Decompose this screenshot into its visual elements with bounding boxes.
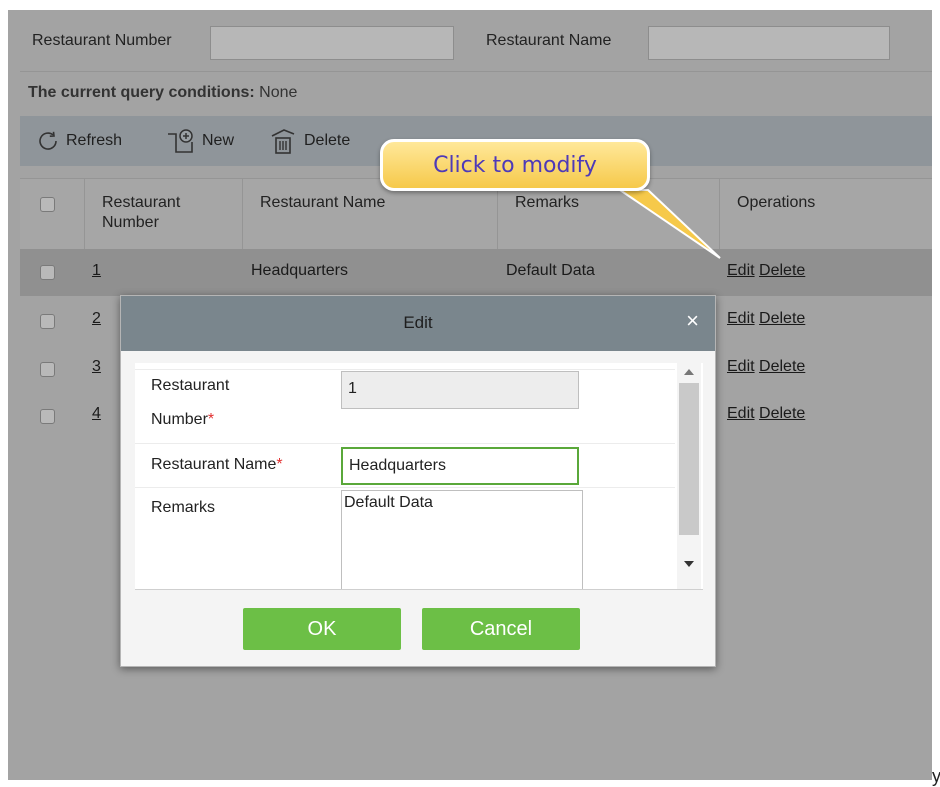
row-operations: Edit Delete [727, 310, 805, 328]
cancel-button[interactable]: Cancel [422, 608, 580, 650]
delete-link[interactable]: Delete [759, 262, 805, 279]
required-mark: * [276, 456, 283, 473]
restaurant-name-field-label: Restaurant Name* [151, 454, 283, 476]
delete-label: Delete [304, 132, 351, 149]
dialog-header: Edit × [121, 296, 715, 351]
restaurant-number-label: Restaurant Number [32, 32, 172, 49]
restaurant-number-query-input[interactable] [210, 26, 454, 60]
restaurant-name-label: Restaurant Name [486, 32, 612, 49]
edit-link[interactable]: Edit [727, 405, 755, 422]
select-all-checkbox[interactable] [40, 197, 55, 212]
restaurant-number-field-label-2: Number* [151, 409, 214, 431]
form-divider [135, 369, 675, 370]
delete-link[interactable]: Delete [759, 310, 805, 327]
dialog-form: Restaurant Number* 1 Restaurant Name* He… [135, 363, 703, 589]
column-divider [242, 179, 243, 249]
column-header-number-line2: Number [102, 214, 159, 231]
click-to-modify-callout: Click to modify [380, 139, 650, 191]
column-divider [84, 179, 85, 249]
query-conditions: The current query conditions: None [28, 84, 297, 102]
remarks-field-label: Remarks [151, 499, 216, 516]
row-number-link[interactable]: 2 [92, 310, 101, 328]
divider [20, 71, 932, 72]
form-divider [135, 487, 675, 488]
refresh-button[interactable]: Refresh [36, 116, 122, 166]
row-checkbox[interactable] [40, 362, 55, 377]
query-conditions-value: None [259, 84, 298, 101]
row-number-link[interactable]: 3 [92, 358, 101, 376]
restaurant-number-field-label: Restaurant [151, 375, 229, 397]
row-operations: Edit Delete [727, 262, 805, 280]
trash-icon [268, 127, 298, 155]
refresh-label: Refresh [66, 132, 123, 149]
delete-button[interactable]: Delete [268, 116, 350, 166]
row-name: Headquarters [251, 262, 348, 279]
row-checkbox[interactable] [40, 265, 55, 280]
delete-link[interactable]: Delete [759, 405, 805, 422]
restaurant-number-field-label-line2: Number [151, 411, 208, 428]
dialog-scrollbar[interactable] [677, 363, 701, 589]
form-divider [135, 443, 675, 444]
restaurant-name-field[interactable]: Headquarters [341, 447, 579, 485]
required-mark: * [207, 411, 215, 428]
trailing-text: y [932, 766, 940, 786]
dialog-title: Edit [403, 313, 433, 332]
remarks-textarea[interactable]: Default Data [341, 490, 583, 589]
edit-link[interactable]: Edit [727, 358, 755, 375]
row-operations: Edit Delete [727, 358, 805, 376]
row-number-link[interactable]: 1 [92, 262, 101, 280]
table-row[interactable]: 1 Headquarters Default Data Edit Delete [20, 249, 932, 296]
row-checkbox[interactable] [40, 409, 55, 424]
delete-link[interactable]: Delete [759, 358, 805, 375]
restaurant-number-field: 1 [341, 371, 579, 409]
column-header-number-line1: Restaurant [102, 194, 181, 211]
footer-divider [135, 589, 703, 590]
restaurant-name-query-input[interactable] [648, 26, 890, 60]
edit-link[interactable]: Edit [727, 262, 755, 279]
new-button[interactable]: New [166, 116, 234, 166]
row-checkbox[interactable] [40, 314, 55, 329]
edit-dialog: Edit × Restaurant Number* 1 Restaurant N… [120, 295, 716, 667]
edit-link[interactable]: Edit [727, 310, 755, 327]
refresh-icon [36, 130, 60, 152]
query-conditions-label: The current query conditions: [28, 84, 255, 101]
close-icon[interactable]: × [686, 310, 699, 332]
column-header-number[interactable]: Restaurant Number [102, 193, 180, 233]
column-header-name[interactable]: Restaurant Name [260, 193, 385, 213]
ok-button[interactable]: OK [243, 608, 401, 650]
row-number-link[interactable]: 4 [92, 405, 101, 423]
restaurant-number-field-label-line1: Restaurant [151, 377, 230, 394]
new-doc-icon [166, 128, 196, 154]
row-operations: Edit Delete [727, 405, 805, 423]
restaurant-name-field-label-text: Restaurant Name [151, 456, 277, 473]
new-label: New [202, 132, 235, 149]
column-header-operations: Operations [737, 194, 816, 211]
